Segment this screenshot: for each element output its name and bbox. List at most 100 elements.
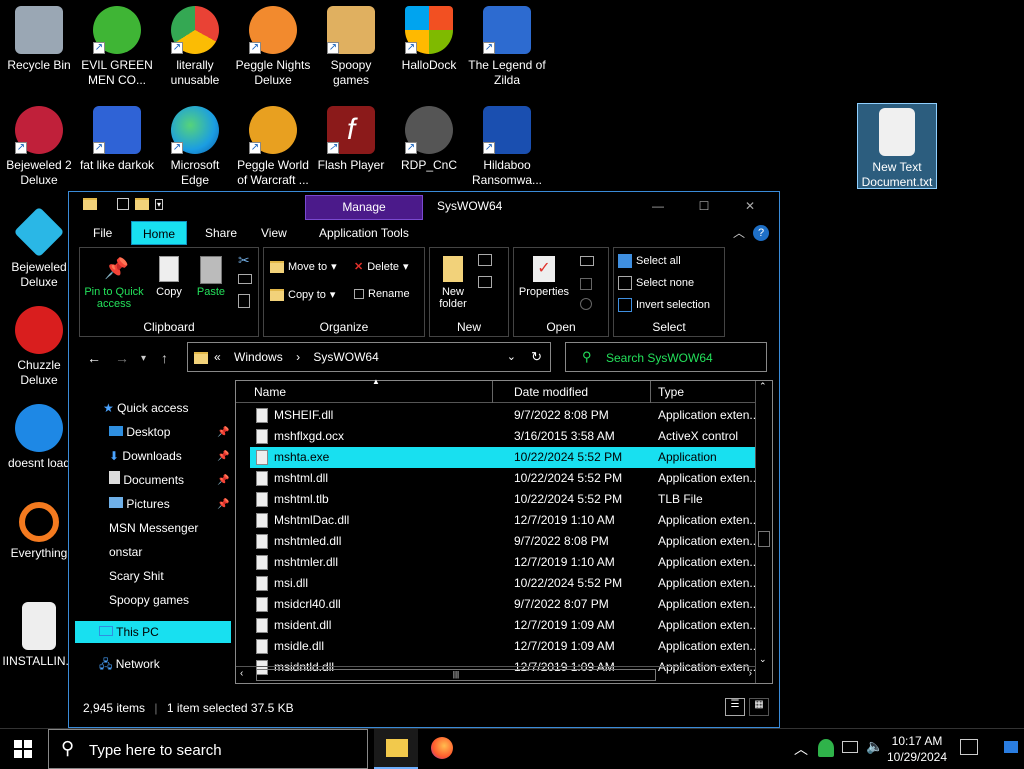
column-date[interactable]: Date modified [514,385,588,399]
back-arrow-icon[interactable]: ← [87,350,101,366]
start-button[interactable] [14,740,32,761]
easy-access-icon[interactable] [478,276,492,288]
table-row[interactable]: msidcrl40.dll 9/7/2022 8:07 PM Application… [250,594,756,615]
table-row[interactable]: mshtmler.dll 12/7/2019 1:10 AM Application… [250,552,756,573]
table-row[interactable]: msi.dll 10/22/2024 5:52 PM Application ext… [250,573,756,594]
table-row[interactable]: MSHEIF.dll 9/7/2022 8:08 PM Application ex… [250,405,756,426]
recent-locations-icon[interactable]: ▾ [141,353,146,364]
scroll-thumb[interactable]: ||| [256,669,656,681]
cut-icon[interactable]: ✂ [238,252,250,269]
chevron-down-icon[interactable]: ▾ [155,198,164,210]
table-row[interactable]: mshtmled.dll 9/7/2022 8:08 PM Application … [250,531,756,552]
scroll-thumb[interactable] [758,531,770,547]
close-button[interactable]: ✕ [727,195,773,217]
table-row[interactable]: msidle.dll 12/7/2019 1:09 AM Application e… [250,636,756,657]
nav-pictures[interactable]: Pictures [109,493,170,515]
paste-button[interactable]: Paste [192,256,230,298]
refresh-icon[interactable]: ↻ [531,349,542,365]
collapse-ribbon-icon[interactable]: ︿ [733,224,745,241]
breadcrumb-separator[interactable]: › [296,350,300,364]
volume-icon[interactable]: 🔈 [866,738,883,755]
desktop-icon-fat-like-darkok[interactable]: ↗ fat like darkok [78,106,156,173]
nav-desktop[interactable]: Desktop [109,421,170,443]
paste-shortcut-icon[interactable] [238,294,250,308]
new-folder-button[interactable]: New folder [434,256,472,310]
manage-tab[interactable]: Manage [305,195,423,220]
pin-icon[interactable]: 📌 [217,499,229,510]
desktop-icon-peggle-nights[interactable]: ↗ Peggle Nights Deluxe [234,6,312,88]
copy-to-button[interactable]: Copy to ▾ [270,288,335,301]
desktop-icon-doesnt-load[interactable]: doesnt load [0,404,78,471]
clock[interactable]: 10:17 AM 10/29/2024 [886,733,948,765]
delete-button[interactable]: ✕ Delete ▾ [354,260,409,274]
desktop-icon-bejeweled-2[interactable]: ↗ Bejeweled 2 Deluxe [0,106,78,188]
desktop-icon-chrome[interactable]: ↗ literally unusable [156,6,234,88]
breadcrumb-overflow[interactable]: « [214,350,221,364]
horizontal-scrollbar[interactable]: ‹ ||| › [236,666,756,683]
tab-share[interactable]: Share [195,221,247,245]
column-divider[interactable] [650,381,651,403]
open-icon[interactable] [580,256,594,266]
tab-view[interactable]: View [251,221,297,245]
new-folder-icon[interactable] [135,198,149,210]
rename-button[interactable]: Rename [354,288,410,300]
nav-network[interactable]: 🖧 Network [99,653,160,675]
nav-msn-messenger[interactable]: MSN Messenger [109,517,198,539]
taskbar-firefox[interactable] [420,729,464,769]
desktop-icon-hildaboo[interactable]: ↗ Hildaboo Ransomwa... [468,106,546,188]
table-row[interactable]: mshflxgd.ocx 3/16/2015 3:58 AM ActiveX con… [250,426,756,447]
new-item-icon[interactable] [478,254,492,266]
desktop-icon-evil-green-men[interactable]: ↗ EVIL GREEN MEN CO... [78,6,156,88]
nav-this-pc[interactable]: This PC [75,621,231,643]
notifications-icon[interactable] [960,739,978,755]
table-row[interactable]: msident.dll 12/7/2019 1:09 AM Application … [250,615,756,636]
properties-button[interactable]: ✓ Properties [516,256,572,298]
details-view-button[interactable]: ☰ [725,698,745,716]
tab-home[interactable]: Home [131,221,187,245]
desktop-icon-everything[interactable]: Everything [0,502,78,561]
forward-arrow-icon[interactable]: → [115,350,129,366]
desktop-icon-edge[interactable]: ↗ Microsoft Edge [156,106,234,188]
edit-icon[interactable] [580,278,592,290]
desktop-icon-bejeweled-deluxe[interactable]: Bejeweled Deluxe [0,206,78,290]
table-row[interactable]: MshtmlDac.dll 12/7/2019 1:10 AM Applicatio… [250,510,756,531]
nav-onstar[interactable]: onstar [109,541,142,563]
search-input[interactable]: ⚲ Search SysWOW64 [565,342,767,372]
title-bar[interactable]: ▾ Manage SysWOW64 — ☐ ✕ [69,192,779,220]
desktop-icon-installing[interactable]: IINSTALLIN... [0,602,78,669]
scroll-right-arrow-icon[interactable]: › [749,668,752,679]
table-row[interactable]: mshtml.dll 10/22/2024 5:52 PM Application … [250,468,756,489]
breadcrumb-windows[interactable]: Windows [234,350,283,364]
nav-scary-shit[interactable]: Scary Shit [109,565,164,587]
maximize-button[interactable]: ☐ [681,195,727,217]
nav-spoopy-games[interactable]: Spoopy games [109,589,189,611]
show-desktop-button[interactable] [1004,741,1018,753]
pin-icon[interactable]: 📌 [217,427,229,438]
move-to-button[interactable]: Move to ▾ [270,260,337,273]
scroll-left-arrow-icon[interactable]: ‹ [240,668,243,679]
scroll-down-arrow-icon[interactable]: ⌄ [759,654,767,665]
large-icons-view-button[interactable]: ▦ [749,698,769,716]
scroll-up-arrow-icon[interactable]: ⌃ [759,381,767,392]
invert-selection-button[interactable]: Invert selection [618,298,710,312]
table-row[interactable]: mshta.exe 10/22/2024 5:52 PM Application [250,447,756,468]
nav-downloads[interactable]: ⬇ Downloads [109,445,182,467]
taskbar-file-explorer[interactable] [374,729,418,769]
desktop-icon-recycle-bin[interactable]: Recycle Bin [0,6,78,73]
desktop-icon-chuzzle[interactable]: Chuzzle Deluxe [0,306,78,388]
tab-application-tools[interactable]: Application Tools [309,221,419,245]
table-row[interactable]: mshtml.tlb 10/22/2024 5:52 PM TLB File [250,489,756,510]
column-name[interactable]: Name [254,385,286,399]
select-none-button[interactable]: Select none [618,276,694,290]
breadcrumb-syswow64[interactable]: SysWOW64 [313,350,378,364]
up-arrow-icon[interactable]: ↑ [161,350,168,366]
vertical-scrollbar[interactable]: ⌃ ⌄ [755,381,772,683]
show-hidden-icons-icon[interactable]: ︿ [794,739,808,759]
user-tray-icon[interactable] [818,739,834,757]
minimize-button[interactable]: — [635,195,681,217]
copy-button[interactable]: Copy [150,256,188,298]
pin-icon[interactable]: 📌 [217,475,229,486]
tab-file[interactable]: File [83,221,122,245]
help-icon[interactable]: ? [753,225,769,241]
select-all-button[interactable]: Select all [618,254,681,268]
